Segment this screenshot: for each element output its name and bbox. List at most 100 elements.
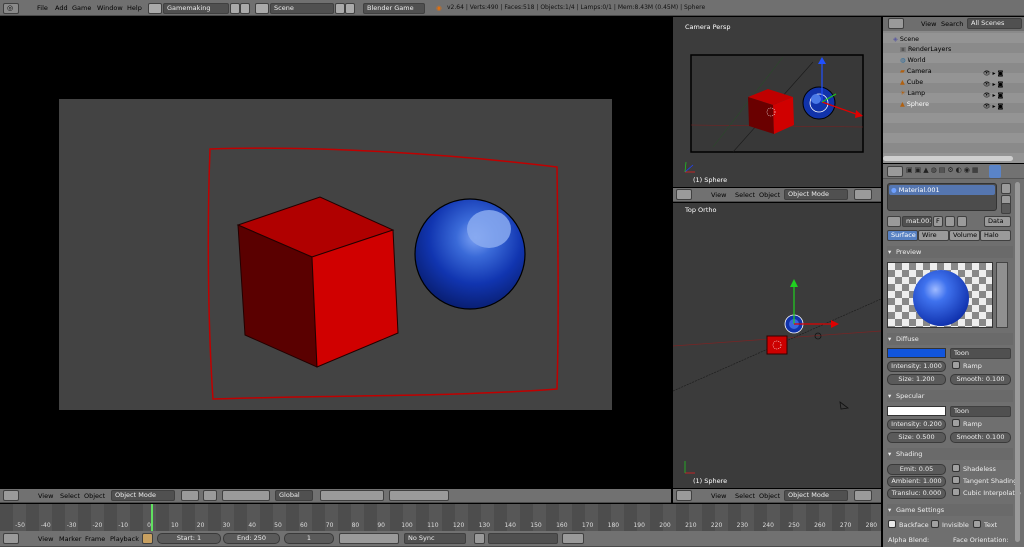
menu-object[interactable]: Object xyxy=(84,489,105,503)
material-unlink-button[interactable] xyxy=(957,216,967,227)
diffuse-ramp-checkbox[interactable]: Ramp xyxy=(952,361,982,371)
editor-type-button[interactable] xyxy=(676,490,692,501)
outliner-item-cube[interactable]: ▲ Cube xyxy=(900,78,923,88)
scene-icon[interactable] xyxy=(255,3,269,14)
playback-controls[interactable] xyxy=(339,533,399,544)
outliner-item-sphere[interactable]: ▲ Sphere xyxy=(900,100,929,110)
specular-panel-header[interactable]: Specular xyxy=(887,390,1013,402)
tangent-shading-checkbox[interactable]: Tangent Shading xyxy=(952,476,1017,486)
editor-type-button[interactable] xyxy=(888,18,904,29)
outliner-filter-select[interactable]: All Scenes xyxy=(967,18,1022,29)
backface-checkbox[interactable]: Backface xyxy=(888,520,929,530)
cubic-interpolation-checkbox[interactable]: Cubic Interpolatio xyxy=(952,488,1021,498)
preview-panel-header[interactable]: Preview xyxy=(887,246,1013,258)
scene-close-button[interactable] xyxy=(345,3,355,14)
outliner-item-world[interactable]: ◍ World xyxy=(900,56,926,66)
camera-viewport[interactable]: Camera Persp (1) Sphere xyxy=(673,17,881,187)
current-frame-line[interactable] xyxy=(151,504,153,531)
menu-object[interactable]: Object xyxy=(759,489,780,503)
tab-halo[interactable]: Halo xyxy=(980,230,1011,241)
editor-type-button[interactable]: ◎ xyxy=(3,3,19,14)
pivot-button[interactable] xyxy=(203,490,217,501)
ambient-field[interactable]: Ambient: 1.000 xyxy=(887,476,946,487)
mode-select[interactable]: Object Mode xyxy=(784,189,848,200)
current-frame-field[interactable]: 1 xyxy=(284,533,334,544)
slot-add-button[interactable] xyxy=(1001,183,1011,194)
editor-type-button[interactable] xyxy=(887,166,903,177)
translucency-field[interactable]: Transluc: 0.000 xyxy=(887,488,946,499)
menu-frame[interactable]: Frame xyxy=(85,531,105,547)
menu-select[interactable]: Select xyxy=(735,188,755,202)
menu-view[interactable]: View xyxy=(711,489,726,503)
menu-help[interactable]: Help xyxy=(127,0,142,16)
menu-view[interactable]: View xyxy=(38,489,53,503)
diffuse-panel-header[interactable]: Diffuse xyxy=(887,333,1013,345)
start-frame-field[interactable]: Start: 1 xyxy=(157,533,221,544)
invisible-checkbox[interactable]: Invisible xyxy=(931,520,969,530)
screen-layout-field[interactable]: Gamemaking xyxy=(163,3,229,14)
main-viewport[interactable] xyxy=(0,17,671,488)
specular-shader-select[interactable]: Toon xyxy=(950,406,1011,417)
menu-select[interactable]: Select xyxy=(735,489,755,503)
game-settings-panel-header[interactable]: Game Settings xyxy=(887,504,1013,516)
diffuse-intensity-field[interactable]: Intensity: 1.000 xyxy=(887,361,946,372)
link-data-select[interactable]: Data xyxy=(984,216,1011,227)
preview-type-buttons[interactable] xyxy=(996,262,1008,328)
material-name-field[interactable]: mat.001 xyxy=(902,216,932,227)
mode-select[interactable]: Object Mode xyxy=(111,490,175,501)
menu-view[interactable]: View xyxy=(38,531,53,547)
outliner-scrollbar[interactable] xyxy=(883,156,1013,161)
tab-volume[interactable]: Volume xyxy=(949,230,980,241)
specular-color-swatch[interactable] xyxy=(887,406,946,416)
diffuse-shader-select[interactable]: Toon xyxy=(950,348,1011,359)
menu-game[interactable]: Game xyxy=(72,0,91,16)
keying-set-field[interactable] xyxy=(488,533,558,544)
scene-field[interactable]: Scene xyxy=(270,3,334,14)
end-frame-field[interactable]: End: 250 xyxy=(223,533,280,544)
specular-intensity-field[interactable]: Intensity: 0.200 xyxy=(887,419,946,430)
context-tabs[interactable]: ▣▣▲◍▤⚙◐◉▦ xyxy=(906,166,1022,177)
shading-button[interactable] xyxy=(181,490,199,501)
shading-button[interactable] xyxy=(854,490,872,501)
outliner-search-menu[interactable]: Search xyxy=(941,17,963,31)
fake-user-button[interactable]: F xyxy=(933,216,943,227)
screen-add-button[interactable] xyxy=(230,3,240,14)
screen-layout-icon[interactable] xyxy=(148,3,162,14)
screen-close-button[interactable] xyxy=(240,3,250,14)
shading-panel-header[interactable]: Shading xyxy=(887,448,1013,460)
outliner-item-renderlayers[interactable]: ▣ RenderLayers xyxy=(900,45,951,55)
keyframe-buttons[interactable] xyxy=(562,533,584,544)
shading-button[interactable] xyxy=(854,189,872,200)
editor-type-button[interactable] xyxy=(676,189,692,200)
render-engine-select[interactable]: Blender Game xyxy=(363,3,425,14)
menu-view[interactable]: View xyxy=(711,188,726,202)
outliner-item-scene[interactable]: ◈ Scene xyxy=(893,35,919,45)
emit-field[interactable]: Emit: 0.05 xyxy=(887,464,946,475)
shadeless-checkbox[interactable]: Shadeless xyxy=(952,464,996,474)
material-add-button[interactable] xyxy=(945,216,955,227)
diffuse-size-field[interactable]: Size: 1.200 xyxy=(887,374,946,385)
editor-type-button[interactable] xyxy=(3,490,19,501)
specular-smooth-field[interactable]: Smooth: 0.100 xyxy=(950,432,1011,443)
outliner-item-lamp[interactable]: ☀ Lamp xyxy=(900,89,925,99)
tab-surface[interactable]: Surface xyxy=(887,230,918,241)
editor-type-button[interactable] xyxy=(3,533,19,544)
specular-size-field[interactable]: Size: 0.500 xyxy=(887,432,946,443)
menu-add[interactable]: Add xyxy=(55,0,68,16)
diffuse-smooth-field[interactable]: Smooth: 0.100 xyxy=(950,374,1011,385)
text-checkbox[interactable]: Text xyxy=(973,520,997,530)
preview-range-button[interactable] xyxy=(142,533,153,544)
layers-grid[interactable] xyxy=(320,490,384,501)
manipulator-button[interactable] xyxy=(222,490,270,501)
record-button[interactable] xyxy=(474,533,485,544)
properties-scrollbar[interactable] xyxy=(1015,182,1020,542)
outliner-item-camera[interactable]: ▰ Camera xyxy=(900,67,932,77)
material-browse-button[interactable] xyxy=(887,216,901,227)
orientation-select[interactable]: Global xyxy=(275,490,313,501)
tab-wire[interactable]: Wire xyxy=(918,230,949,241)
menu-select[interactable]: Select xyxy=(60,489,80,503)
menu-playback[interactable]: Playback xyxy=(110,531,139,547)
specular-ramp-checkbox[interactable]: Ramp xyxy=(952,419,982,429)
top-ortho-viewport[interactable]: Top Ortho (1) Sphere xyxy=(673,203,881,488)
snap-buttons[interactable] xyxy=(389,490,449,501)
